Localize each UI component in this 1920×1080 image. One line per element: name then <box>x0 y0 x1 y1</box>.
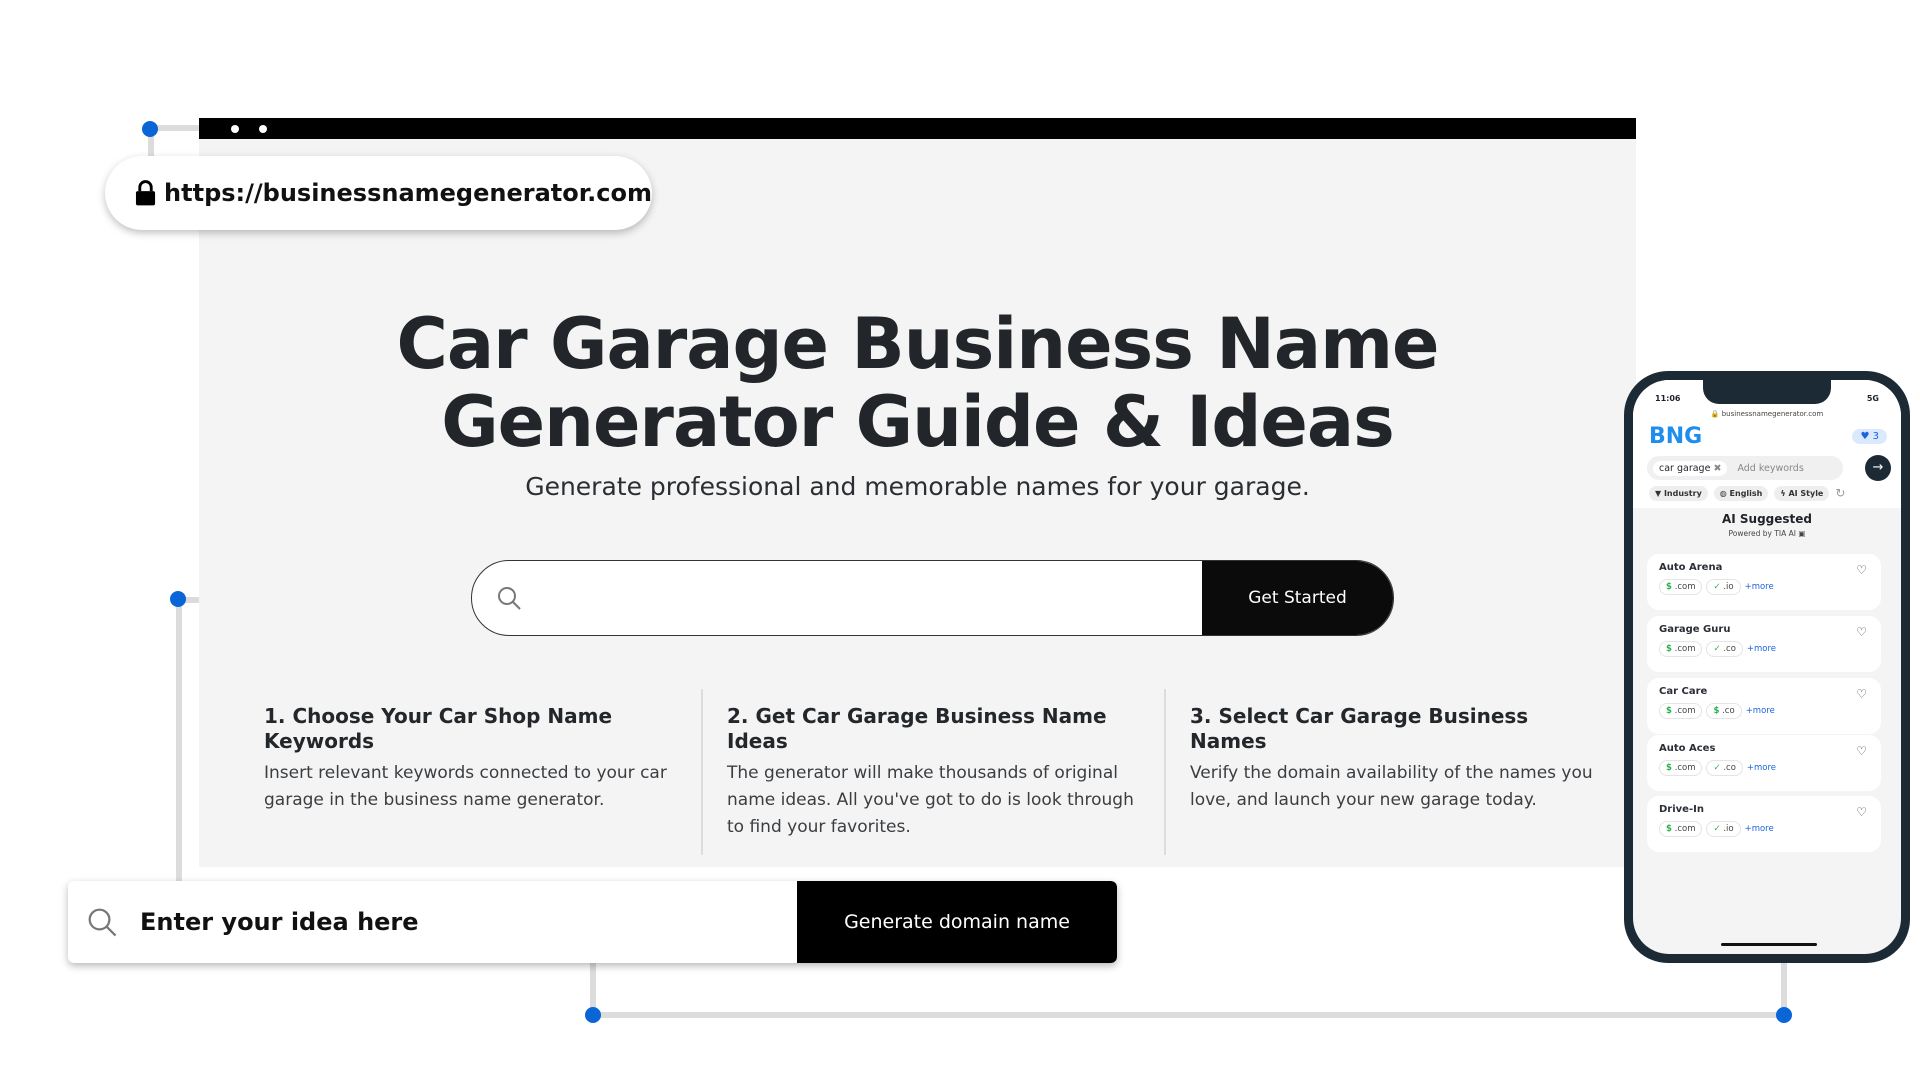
hero-search-input[interactable] <box>472 561 1202 635</box>
step-2: 2. Get Car Garage Business Name Ideas The… <box>727 704 1134 837</box>
search-icon <box>498 587 521 610</box>
refresh-icon[interactable]: ↻ <box>1835 486 1845 501</box>
filter-language[interactable]: ◍ English <box>1713 486 1769 501</box>
status-time: 11:06 <box>1655 394 1681 403</box>
connector-dot <box>142 121 158 137</box>
section-title: AI Suggested <box>1721 512 1813 526</box>
status-signal: 5G <box>1866 394 1879 403</box>
lock-icon <box>135 180 156 206</box>
phone-mockup: 11:06 5G 🔒 businessnamegenerator.com BNG… <box>1624 371 1910 963</box>
divider <box>1164 689 1166 855</box>
url-text: https://businessnamegenerator.com <box>164 179 652 207</box>
result-card[interactable]: Auto Aces ♡ $ .com ✓ .co +more <box>1647 735 1881 791</box>
powered-by: Powered by TIA AI ▣ <box>1728 529 1806 538</box>
page-subtitle: Generate professional and memorable name… <box>525 472 1310 501</box>
connector <box>593 1012 1784 1018</box>
hero-search: Get Started <box>471 560 1394 636</box>
connector-dot <box>170 591 186 607</box>
result-card[interactable]: Garage Guru ♡ $ .com ✓ .co +more <box>1647 616 1881 672</box>
heart-icon[interactable]: ♡ <box>1856 563 1867 577</box>
more-link[interactable]: +more <box>1745 582 1774 592</box>
page-title: Car Garage Business Name Generator Guide … <box>396 303 1440 463</box>
domain-tag[interactable]: $ .com <box>1659 760 1703 776</box>
domain-tag[interactable]: ✓ .io <box>1706 821 1741 837</box>
domain-tag[interactable]: $ .co <box>1706 703 1742 719</box>
bng-logo: BNG <box>1649 424 1703 449</box>
heart-icon: ♥ <box>1860 431 1870 442</box>
heart-icon[interactable]: ♡ <box>1856 744 1867 758</box>
domain-tag[interactable]: ✓ .co <box>1706 760 1743 776</box>
browser-titlebar <box>199 118 1636 139</box>
result-card[interactable]: Auto Arena ♡ $ .com ✓ .io +more <box>1647 554 1881 610</box>
phone-url: 🔒 businessnamegenerator.com <box>1710 410 1824 418</box>
result-name: Drive-In <box>1659 804 1704 815</box>
domain-tag[interactable]: $ .com <box>1659 641 1703 657</box>
more-link[interactable]: +more <box>1747 644 1776 654</box>
step-3: 3. Select Car Garage Business Names Verif… <box>1190 704 1593 810</box>
arrow-right-icon[interactable]: → <box>1865 455 1891 481</box>
filter-ai-style[interactable]: ϟ AI Style <box>1774 486 1830 501</box>
connector <box>176 600 182 883</box>
favorites-button[interactable]: ♥ 3 <box>1852 429 1887 444</box>
domain-tag[interactable]: $ .com <box>1659 703 1703 719</box>
more-link[interactable]: +more <box>1747 763 1776 773</box>
idea-input[interactable]: Enter your idea here <box>68 881 797 963</box>
result-name: Auto Aces <box>1659 743 1716 754</box>
filters: ▼ Industry ◍ English ϟ AI Style ↻ <box>1649 486 1845 501</box>
heart-icon[interactable]: ♡ <box>1856 805 1867 819</box>
idea-bar: Enter your idea here Generate domain nam… <box>68 881 1117 963</box>
url-bar[interactable]: https://businessnamegenerator.com <box>105 156 652 230</box>
keyword-chip[interactable]: car garage ✖ <box>1653 460 1728 476</box>
domain-tag[interactable]: ✓ .io <box>1706 579 1741 595</box>
divider <box>701 689 703 855</box>
phone-notch <box>1703 380 1831 404</box>
result-name: Car Care <box>1659 686 1708 697</box>
more-link[interactable]: +more <box>1746 706 1775 716</box>
step-1: 1. Choose Your Car Shop Name Keywords Ins… <box>264 704 667 810</box>
heart-icon[interactable]: ♡ <box>1856 625 1867 639</box>
domain-tag[interactable]: $ .com <box>1659 579 1703 595</box>
domain-tag[interactable]: $ .com <box>1659 821 1703 837</box>
filter-industry[interactable]: ▼ Industry <box>1649 486 1708 501</box>
home-indicator <box>1721 943 1817 946</box>
domain-tag[interactable]: ✓ .co <box>1706 641 1743 657</box>
more-link[interactable]: +more <box>1745 824 1774 834</box>
keywords-input[interactable]: car garage ✖ Add keywords <box>1647 456 1843 480</box>
connector-dot <box>1776 1007 1792 1023</box>
result-card[interactable]: Car Care ♡ $ .com $ .co +more <box>1647 678 1881 734</box>
result-card[interactable]: Drive-In ♡ $ .com ✓ .io +more <box>1647 796 1881 852</box>
result-name: Auto Arena <box>1659 562 1723 573</box>
search-icon <box>88 908 117 937</box>
connector-dot <box>585 1007 601 1023</box>
heart-icon[interactable]: ♡ <box>1856 687 1867 701</box>
result-name: Garage Guru <box>1659 624 1731 635</box>
generate-domain-button[interactable]: Generate domain name <box>797 881 1117 963</box>
get-started-button[interactable]: Get Started <box>1202 561 1393 635</box>
